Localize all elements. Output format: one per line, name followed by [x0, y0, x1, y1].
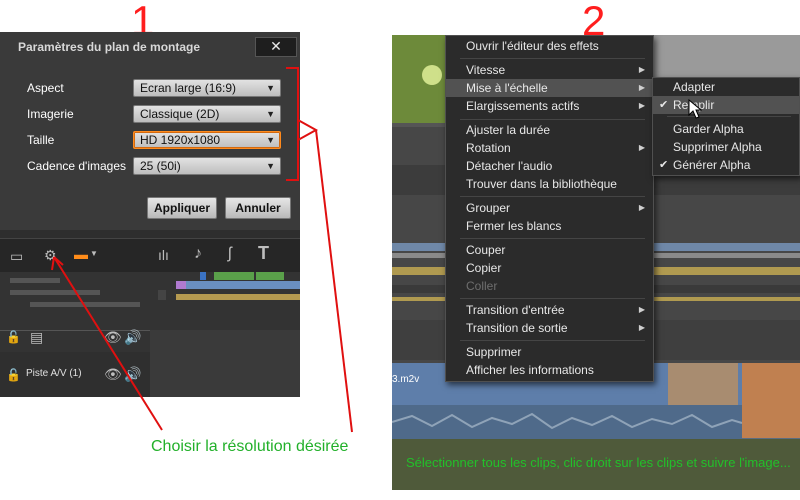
size-label: Taille: [27, 133, 55, 147]
menu-item-adjust-duration[interactable]: Ajuster la durée: [446, 121, 653, 139]
submenu-arrow-icon: ▶: [638, 83, 645, 92]
timeline-settings-gear-icon[interactable]: ⚙: [44, 247, 57, 264]
menu-separator: [667, 116, 791, 117]
frame-rate-label: Cadence d'images: [27, 159, 127, 173]
clip-context-menu: Ouvrir l'éditeur des effets Vitesse ▶ Mis…: [445, 35, 654, 382]
submenu-arrow-icon: ▶: [638, 323, 645, 332]
menu-separator: [460, 58, 645, 59]
checkmark-icon: ✔: [659, 159, 669, 171]
menu-separator: [460, 298, 645, 299]
frame-rate-select-value: 25 (50i): [140, 159, 181, 173]
menu-separator: [460, 238, 645, 239]
size-select-value: HD 1920x1080: [140, 133, 221, 147]
aspect-label: Aspect: [27, 81, 64, 95]
submenu-arrow-icon: ▶: [638, 305, 645, 314]
audio-mixer-icon[interactable]: ılı: [158, 247, 169, 263]
imagery-label: Imagerie: [27, 107, 74, 121]
menu-item-close-gaps[interactable]: Fermer les blancs: [446, 217, 653, 235]
dropdown-arrow-icon: ▼: [266, 161, 275, 171]
menu-item-detach-audio[interactable]: Détacher l'audio: [446, 157, 653, 175]
checkmark-icon: ✔: [659, 99, 669, 111]
chevron-down-icon[interactable]: ▼: [90, 249, 98, 258]
submenu-arrow-icon: ▶: [638, 65, 645, 74]
submenu-item-fill[interactable]: ✔Remplir: [653, 96, 799, 114]
menu-separator: [460, 196, 645, 197]
dropdown-arrow-icon: ▼: [266, 83, 275, 93]
timeline-area: 🔓 ▤ 👁 🔊 🔓 Piste A/V (1) 👁 🔊: [0, 272, 300, 397]
title-tool-icon[interactable]: T: [258, 243, 269, 264]
timeline-toolbar: ▭ ⚙ ▬ ▼ ılı ♪ ʃ T: [0, 238, 300, 273]
resolution-caption: Choisir la résolution désirée: [151, 438, 349, 455]
menu-item-rotation[interactable]: Rotation ▶: [446, 139, 653, 157]
menu-item-active-extensions[interactable]: Elargissements actifs ▶: [446, 97, 653, 115]
apply-button[interactable]: Appliquer: [147, 197, 217, 219]
cancel-button[interactable]: Annuler: [225, 197, 291, 219]
scaling-submenu: Adapter ✔Remplir Garder Alpha Supprimer …: [652, 77, 800, 176]
menu-item-effects-editor[interactable]: Ouvrir l'éditeur des effets: [446, 37, 653, 55]
annotation-line-to-caption: [315, 129, 353, 433]
submenu-item-keep-alpha[interactable]: Garder Alpha: [653, 120, 799, 138]
menu-separator: [460, 119, 645, 120]
step-2-screenshot: 3.m2v Ouvrir l'éditeur des effets Vitess…: [392, 35, 800, 490]
menu-separator: [460, 340, 645, 341]
menu-item-copy[interactable]: Copier: [446, 259, 653, 277]
storyboard-icon[interactable]: ▭: [10, 248, 23, 265]
menu-item-show-info[interactable]: Afficher les informations: [446, 361, 653, 379]
track-lock-icon[interactable]: 🔓: [6, 368, 21, 382]
music-icon[interactable]: ♪: [194, 245, 202, 263]
instructions-caption: Sélectionner tous les clips, clic droit …: [406, 455, 791, 470]
menu-item-cut[interactable]: Couper: [446, 241, 653, 259]
track-label: Piste A/V (1): [26, 368, 82, 379]
imagery-select[interactable]: Classique (2D) ▼: [133, 105, 281, 123]
dropdown-arrow-icon: ▼: [266, 109, 275, 119]
submenu-arrow-icon: ▶: [638, 203, 645, 212]
dialog-close-button[interactable]: ✕: [255, 37, 297, 57]
aspect-select-value: Ecran large (16:9): [140, 81, 237, 95]
imagery-select-value: Classique (2D): [140, 107, 220, 121]
submenu-item-remove-alpha[interactable]: Supprimer Alpha: [653, 138, 799, 156]
lock-icon[interactable]: 🔓: [6, 330, 21, 344]
add-track-icon[interactable]: ▤: [30, 329, 43, 346]
dialog-title: Paramètres du plan de montage: [18, 40, 201, 54]
submenu-arrow-icon: ▶: [638, 143, 645, 152]
menu-item-transition-in[interactable]: Transition d'entrée ▶: [446, 301, 653, 319]
size-select[interactable]: HD 1920x1080 ▼: [133, 131, 281, 149]
dropdown-arrow-icon: ▼: [266, 135, 275, 145]
clip-name: 3.m2v: [392, 374, 420, 385]
track-speaker-icon[interactable]: 🔊: [124, 366, 141, 383]
speaker-icon[interactable]: 🔊: [124, 329, 141, 346]
menu-item-speed[interactable]: Vitesse ▶: [446, 61, 653, 79]
menu-item-paste[interactable]: Coller: [446, 277, 653, 295]
submenu-item-fit[interactable]: Adapter: [653, 78, 799, 96]
visibility-eye-icon[interactable]: 👁: [104, 329, 122, 346]
bracket-point: [297, 119, 319, 141]
mouse-cursor-icon: [688, 99, 702, 119]
menu-item-find-in-library[interactable]: Trouver dans la bibliothèque: [446, 175, 653, 193]
menu-item-group[interactable]: Grouper ▶: [446, 199, 653, 217]
frame-rate-select[interactable]: 25 (50i) ▼: [133, 157, 281, 175]
track-eye-icon[interactable]: 👁: [104, 366, 122, 383]
timeline-settings-dialog: Paramètres du plan de montage ✕ Aspect E…: [0, 32, 300, 230]
menu-item-scaling[interactable]: Mise à l'échelle ▶: [446, 79, 653, 97]
marker-icon[interactable]: ▬: [74, 246, 88, 262]
audio-wave-icon[interactable]: ʃ: [228, 245, 232, 263]
aspect-select[interactable]: Ecran large (16:9) ▼: [133, 79, 281, 97]
submenu-arrow-icon: ▶: [638, 101, 645, 110]
submenu-item-generate-alpha[interactable]: ✔ Générer Alpha: [653, 156, 799, 174]
menu-item-delete[interactable]: Supprimer: [446, 343, 653, 361]
step-1-screenshot: Paramètres du plan de montage ✕ Aspect E…: [0, 32, 300, 397]
menu-item-transition-out[interactable]: Transition de sortie ▶: [446, 319, 653, 337]
